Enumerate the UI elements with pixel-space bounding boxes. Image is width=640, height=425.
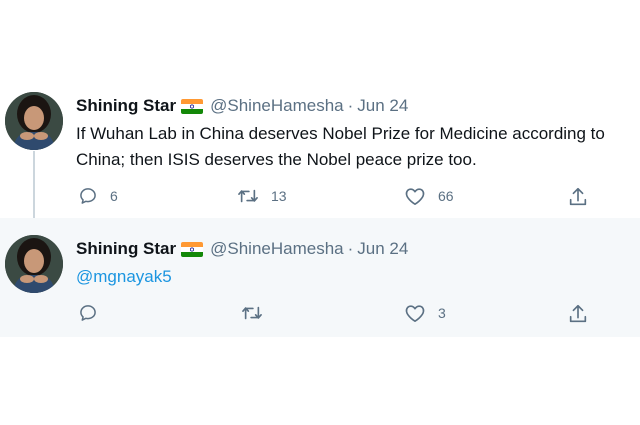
share-icon xyxy=(569,187,587,206)
share-icon xyxy=(569,304,587,323)
like-count: 3 xyxy=(438,305,446,321)
tweet-header: Shining Star @ShineHamesha · Jun 24 xyxy=(76,238,408,260)
india-flag-icon xyxy=(181,98,204,114)
handle[interactable]: @ShineHamesha xyxy=(210,96,344,116)
reply-icon xyxy=(80,188,96,204)
share-button[interactable] xyxy=(567,186,589,208)
like-button[interactable]: 66 xyxy=(404,186,454,206)
avatar[interactable] xyxy=(5,92,63,150)
retweet-count: 13 xyxy=(271,188,287,204)
mention-link[interactable]: @mgnayak5 xyxy=(76,267,172,286)
thread-connector-line xyxy=(33,151,35,228)
timestamp[interactable]: Jun 24 xyxy=(357,96,408,116)
tweet-text: If Wuhan Lab in China deserves Nobel Pri… xyxy=(76,121,605,173)
like-icon xyxy=(405,188,425,205)
avatar[interactable] xyxy=(5,235,63,293)
like-icon xyxy=(405,305,425,322)
tweet-text-line: China; then ISIS deserves the Nobel peac… xyxy=(76,150,477,169)
reply-count: 6 xyxy=(110,188,118,204)
timestamp[interactable]: Jun 24 xyxy=(357,239,408,259)
tweet[interactable]: Shining Star @ShineHamesha · Jun 24 If W… xyxy=(0,78,640,218)
tweet[interactable]: Shining Star @ShineHamesha · Jun 24 @mgn… xyxy=(0,218,640,337)
retweet-button[interactable]: 13 xyxy=(237,186,287,206)
share-button[interactable] xyxy=(567,303,589,325)
like-button[interactable]: 3 xyxy=(404,303,446,323)
reply-icon xyxy=(80,305,96,321)
display-name[interactable]: Shining Star xyxy=(76,96,176,116)
retweet-icon xyxy=(238,189,258,203)
retweet-button[interactable] xyxy=(241,303,263,323)
tweet-header: Shining Star @ShineHamesha · Jun 24 xyxy=(76,95,408,117)
tweet-text: @mgnayak5 xyxy=(76,264,172,290)
separator: · xyxy=(347,239,354,258)
retweet-icon xyxy=(242,306,262,320)
handle[interactable]: @ShineHamesha xyxy=(210,239,344,259)
display-name[interactable]: Shining Star xyxy=(76,239,176,259)
reply-button[interactable]: 6 xyxy=(78,186,118,206)
tweet-text-line: If Wuhan Lab in China deserves Nobel Pri… xyxy=(76,124,605,143)
separator: · xyxy=(347,96,354,115)
india-flag-icon xyxy=(181,241,204,257)
reply-button[interactable] xyxy=(78,303,98,323)
like-count: 66 xyxy=(438,188,454,204)
